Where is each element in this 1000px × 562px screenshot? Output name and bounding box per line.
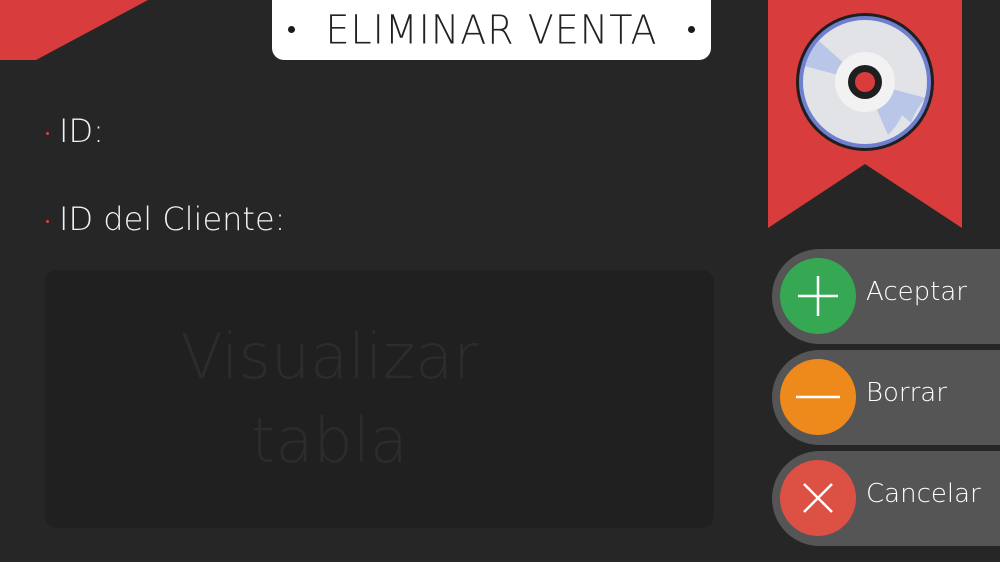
table-placeholder-line1: Visualizar — [180, 320, 479, 393]
disc-icon — [796, 13, 934, 151]
table-placeholder-line2: tabla — [251, 404, 408, 477]
cancel-label: Cancelar — [866, 479, 981, 509]
field-bullet — [46, 219, 49, 223]
minus-icon — [780, 359, 856, 435]
title-bullet-left — [288, 26, 295, 33]
delete-circle — [780, 359, 856, 435]
plus-icon — [780, 258, 856, 334]
page-title: ELIMINAR VENTA — [325, 6, 658, 54]
id-label: ID: — [59, 112, 104, 150]
table-placeholder: Visualizar tabla — [180, 315, 478, 483]
cancel-button[interactable]: Cancelar — [772, 451, 1000, 546]
accept-button[interactable]: Aceptar — [772, 249, 1000, 344]
title-box: ELIMINAR VENTA — [272, 0, 711, 60]
field-bullet — [46, 131, 49, 135]
client-id-field: ID del Cliente: — [46, 200, 285, 238]
delete-button[interactable]: Borrar — [772, 350, 1000, 445]
close-icon — [780, 460, 856, 536]
accept-circle — [780, 258, 856, 334]
accept-label: Aceptar — [866, 277, 967, 307]
corner-accent — [0, 0, 148, 60]
delete-label: Borrar — [866, 378, 947, 408]
cancel-circle — [780, 460, 856, 536]
title-bullet-right — [688, 26, 695, 33]
client-id-label: ID del Cliente: — [59, 200, 286, 238]
id-field: ID: — [46, 112, 104, 150]
table-view[interactable]: Visualizar tabla — [45, 270, 714, 528]
